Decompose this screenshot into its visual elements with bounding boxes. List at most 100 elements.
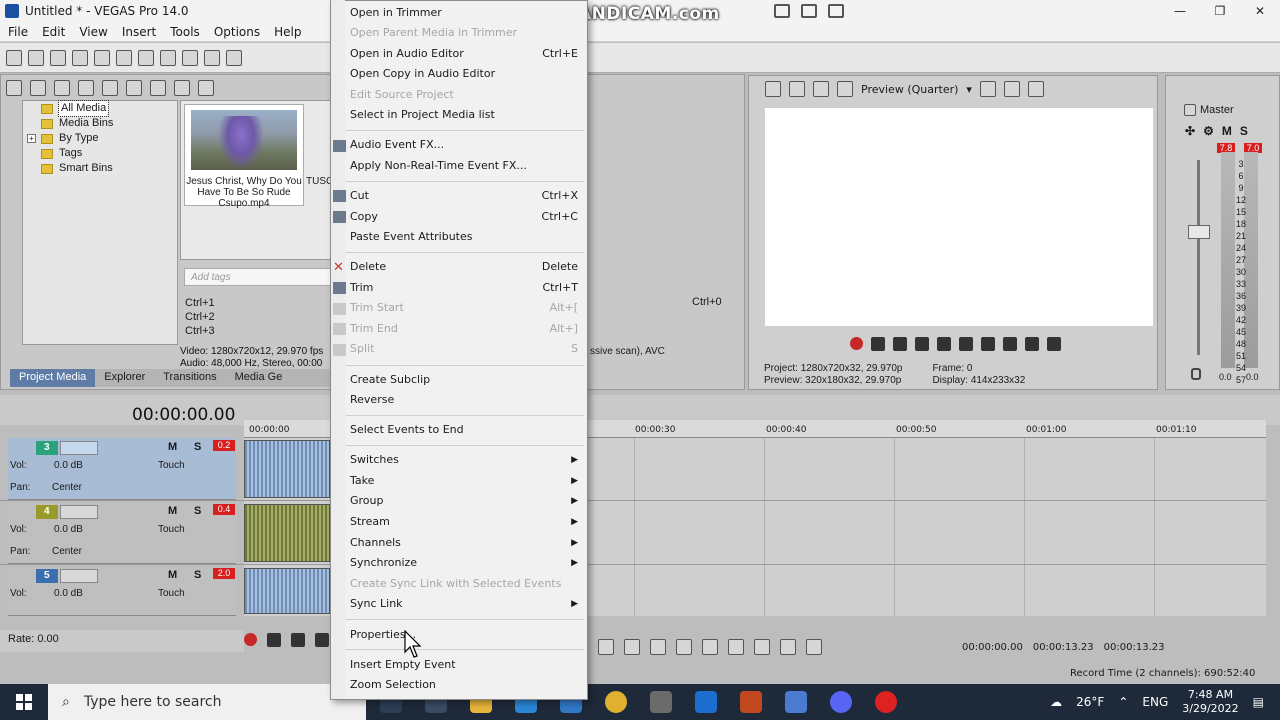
- master-fx-icon[interactable]: ✣: [1185, 124, 1195, 138]
- next-frame-icon[interactable]: [1047, 337, 1061, 351]
- selection-start[interactable]: 00:00:00.00: [962, 642, 1023, 653]
- loop-icon[interactable]: [267, 633, 281, 647]
- language-indicator[interactable]: ENG: [1142, 695, 1168, 709]
- record-icon[interactable]: [850, 337, 863, 350]
- mute-button[interactable]: M: [168, 505, 177, 517]
- views-icon[interactable]: [198, 80, 214, 96]
- tree-item-all-media[interactable]: All Media: [23, 100, 177, 117]
- auto-crossfade-icon[interactable]: [754, 639, 770, 655]
- overlay-icon[interactable]: [837, 81, 853, 97]
- context-menu-item[interactable]: Take ▶: [350, 471, 578, 491]
- paste-icon[interactable]: [182, 49, 198, 66]
- play-icon[interactable]: [315, 633, 329, 647]
- context-menu-item[interactable]: Group ▶: [350, 491, 578, 511]
- menu-help[interactable]: Help: [266, 25, 307, 39]
- context-menu-item[interactable]: Stream ▶: [350, 512, 578, 532]
- trim-icon[interactable]: [624, 639, 640, 655]
- selection-length[interactable]: 00:00:13.23: [1104, 642, 1165, 653]
- master-fader[interactable]: [1188, 225, 1210, 239]
- go-to-start-icon[interactable]: [981, 337, 995, 351]
- context-menu-item[interactable]: Paste Event Attributes: [350, 227, 578, 247]
- context-menu-item[interactable]: Select Events to End: [350, 420, 578, 440]
- copy-icon[interactable]: [160, 49, 176, 66]
- maximize-button[interactable]: ❐: [1200, 0, 1240, 22]
- audio-event[interactable]: [244, 504, 330, 562]
- minimize-button[interactable]: —: [1160, 0, 1200, 22]
- capture-icon[interactable]: [30, 80, 46, 96]
- tree-item-media-bins[interactable]: Media Bins: [23, 116, 177, 131]
- context-menu-item[interactable]: Insert Empty Event: [350, 655, 578, 675]
- pause-icon[interactable]: [937, 337, 951, 351]
- pencil-icon[interactable]: [801, 4, 817, 18]
- start-button[interactable]: [0, 684, 48, 720]
- auto-preview-icon[interactable]: [174, 80, 190, 96]
- preview-quality-select[interactable]: Preview (Quarter): [861, 83, 958, 96]
- context-menu-item[interactable]: Select in Project Media list: [350, 105, 578, 125]
- tab-media-generators[interactable]: Media Ge: [226, 369, 292, 387]
- chevron-up-icon[interactable]: ⌃: [1118, 695, 1128, 709]
- marker-icon[interactable]: [676, 639, 692, 655]
- tab-project-media[interactable]: Project Media: [10, 369, 96, 387]
- weather-icon[interactable]: ☁: [1050, 695, 1062, 709]
- settings-icon[interactable]: [650, 691, 672, 713]
- menu-view[interactable]: View: [71, 25, 113, 39]
- track-header[interactable]: 5 M S 2.0 Vol: 0.0 dB Touch: [8, 566, 236, 616]
- save-icon[interactable]: [50, 49, 66, 66]
- context-menu-item[interactable]: Audio Event FX...: [350, 135, 578, 155]
- audio-event[interactable]: [244, 440, 330, 498]
- track-header[interactable]: 4 M S 0.4 Vol: 0.0 dB Touch Pan: Center: [8, 502, 236, 564]
- region-icon[interactable]: [702, 639, 718, 655]
- play-icon[interactable]: [126, 80, 142, 96]
- menu-file[interactable]: File: [0, 25, 34, 39]
- gear-icon[interactable]: [765, 81, 781, 97]
- new-project-icon[interactable]: [6, 49, 22, 66]
- menu-tools[interactable]: Tools: [162, 25, 206, 39]
- notification-icon[interactable]: ▤: [1253, 695, 1264, 709]
- loop-icon[interactable]: [871, 337, 885, 351]
- settings-icon[interactable]: [102, 80, 118, 96]
- context-menu-item[interactable]: Switches ▶: [350, 450, 578, 470]
- undo-icon[interactable]: [204, 49, 220, 66]
- copy-snapshot-icon[interactable]: [1003, 81, 1020, 97]
- track-name-field[interactable]: [60, 505, 98, 519]
- record-icon[interactable]: [244, 633, 257, 646]
- weather-temp[interactable]: 26°F: [1076, 695, 1104, 709]
- lock-icon[interactable]: [650, 639, 666, 655]
- prev-frame-icon[interactable]: [1025, 337, 1039, 351]
- chrome-icon[interactable]: [605, 691, 627, 713]
- menu-edit[interactable]: Edit: [34, 25, 71, 39]
- tab-transitions[interactable]: Transitions: [154, 369, 225, 387]
- pen-app-icon[interactable]: [740, 691, 762, 713]
- context-menu-item[interactable]: Copy Ctrl+C: [350, 207, 578, 227]
- external-monitor-icon[interactable]: [789, 81, 805, 97]
- context-menu-item[interactable]: Properties...: [350, 625, 578, 645]
- solo-button[interactable]: S: [1240, 124, 1248, 138]
- context-menu-item[interactable]: Create Subclip: [350, 370, 578, 390]
- open-icon[interactable]: [28, 49, 44, 66]
- menu-insert[interactable]: Insert: [114, 25, 162, 39]
- track-name-field[interactable]: [60, 441, 98, 455]
- context-menu-item[interactable]: Trim Ctrl+T: [350, 278, 578, 298]
- tree-item-by-type[interactable]: + By Type: [23, 131, 177, 146]
- ripple-edit-icon[interactable]: [780, 639, 796, 655]
- redo-icon[interactable]: [226, 49, 242, 66]
- mute-button[interactable]: M: [168, 441, 177, 453]
- calculator-icon[interactable]: [785, 691, 807, 713]
- close-icon[interactable]: [828, 4, 844, 18]
- menu-options[interactable]: Options: [206, 25, 266, 39]
- solo-button[interactable]: S: [194, 441, 201, 453]
- play-from-start-icon[interactable]: [893, 337, 907, 351]
- tab-explorer[interactable]: Explorer: [95, 369, 154, 387]
- automation-mode[interactable]: Touch: [158, 460, 185, 471]
- properties-icon[interactable]: [116, 49, 132, 66]
- context-menu-item[interactable]: Open in Audio Editor Ctrl+E: [350, 44, 578, 64]
- go-to-end-icon[interactable]: [1003, 337, 1017, 351]
- context-menu-item[interactable]: Delete Delete: [350, 257, 578, 277]
- mute-button[interactable]: M: [1222, 124, 1232, 138]
- context-menu-item[interactable]: Reverse: [350, 390, 578, 410]
- solo-button[interactable]: S: [194, 505, 201, 517]
- automation-mode[interactable]: Touch: [158, 524, 185, 535]
- cut-icon[interactable]: [138, 49, 154, 66]
- vegas-taskbar-icon[interactable]: [695, 691, 717, 713]
- camera-icon[interactable]: [774, 4, 790, 18]
